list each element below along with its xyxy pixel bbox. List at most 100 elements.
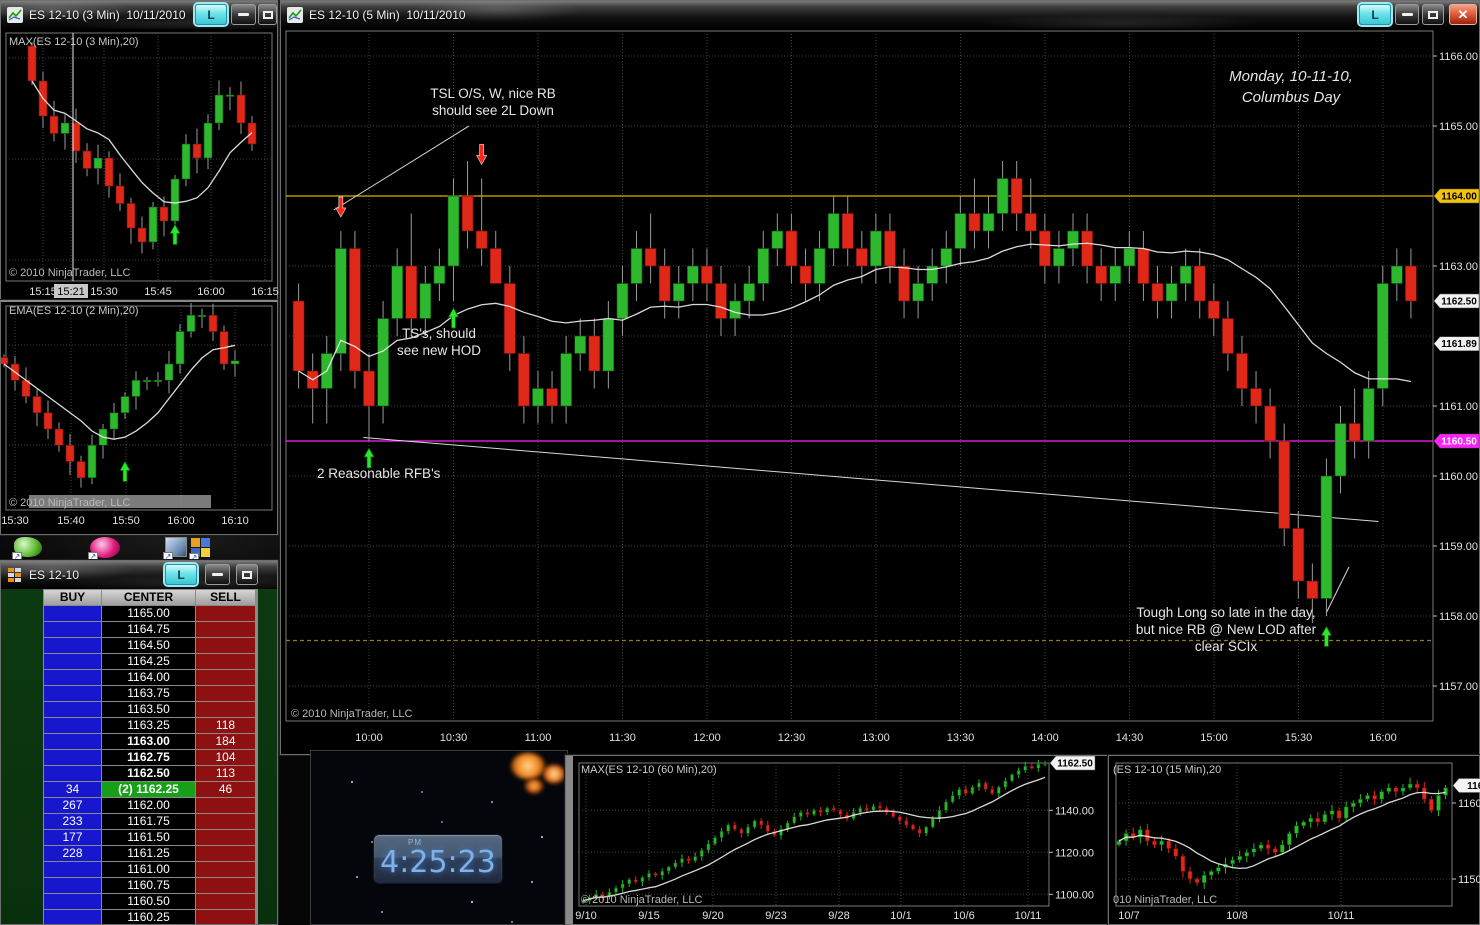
price-tick-label: 1160 — [1458, 798, 1480, 810]
dom-price-cell[interactable]: (2) 1162.25 — [102, 782, 195, 797]
dom-sell-cell[interactable]: 104 — [196, 750, 255, 765]
price-tick-label: 1150 — [1458, 874, 1480, 886]
clock-widget[interactable]: PM 4:25:23 — [310, 750, 568, 925]
desktop-shortcut-2[interactable]: ↗ — [90, 537, 120, 560]
dom-price-cell[interactable]: 1164.25 — [102, 654, 195, 669]
chart-window-5min: ES 12-10 (5 Min) 10/11/2010 L ✕ 10:0010:… — [280, 0, 1480, 755]
starfield — [351, 781, 353, 783]
dom-sell-cell[interactable] — [196, 910, 255, 924]
chart-canvas-3min[interactable]: 15:1515:2115:3015:4516:0016:15MAX(ES 12-… — [1, 29, 279, 303]
titlebar-3min[interactable]: ES 12-10 (3 Min) 10/11/2010 L — [1, 1, 277, 29]
desktop-shortcut-1[interactable]: ↗ — [14, 537, 44, 560]
dom-buy-cell[interactable] — [44, 638, 101, 653]
dom-sell-cell[interactable] — [196, 830, 255, 845]
dom-price-cell[interactable]: 1162.50 — [102, 766, 195, 781]
dom-sell-cell[interactable] — [196, 654, 255, 669]
minimize-button[interactable] — [205, 564, 230, 585]
dom-price-cell[interactable]: 1161.50 — [102, 830, 195, 845]
dom-sell-cell[interactable] — [196, 638, 255, 653]
dom-price-cell[interactable]: 1160.50 — [102, 894, 195, 909]
dom-sell-cell[interactable] — [196, 894, 255, 909]
chart-canvas-60min[interactable]: 9/109/159/209/239/2810/110/610/111140.00… — [566, 756, 1109, 924]
dom-buy-cell[interactable] — [44, 718, 101, 733]
dom-sell-cell[interactable] — [196, 606, 255, 621]
chart-canvas-2min[interactable]: 15:3015:4015:5016:0016:10EMA(ES 12-10 (2… — [1, 302, 279, 535]
dom-buy-cell[interactable] — [44, 910, 101, 924]
dom-price-cell[interactable]: 1161.25 — [102, 846, 195, 861]
maximize-button[interactable] — [236, 564, 258, 585]
plot-area — [1116, 763, 1452, 906]
dom-price-cell[interactable]: 1162.00 — [102, 798, 195, 813]
dom-buy-cell[interactable] — [44, 702, 101, 717]
dom-price-cell[interactable]: 1163.75 — [102, 686, 195, 701]
dom-price-cell[interactable]: 1163.25 — [102, 718, 195, 733]
dom-price-cell[interactable]: 1160.75 — [102, 878, 195, 893]
dom-buy-cell[interactable]: 267 — [44, 798, 101, 813]
time-tick-label: 9/23 — [765, 910, 786, 922]
link-button[interactable]: L — [195, 4, 227, 25]
dom-buy-cell[interactable] — [44, 606, 101, 621]
dom-buy-cell[interactable]: 228 — [44, 846, 101, 861]
flame-graphic — [543, 765, 565, 783]
dom-price-cell[interactable]: 1161.00 — [102, 862, 195, 877]
link-button[interactable]: L — [165, 564, 197, 585]
dom-sell-cell[interactable]: 118 — [196, 718, 255, 733]
link-button[interactable]: L — [1359, 4, 1391, 25]
maximize-button[interactable] — [258, 4, 277, 25]
dom-price-cell[interactable]: 1160.25 — [102, 910, 195, 924]
titlebar-5min[interactable]: ES 12-10 (5 Min) 10/11/2010 L ✕ — [281, 1, 1479, 29]
dom-buy-cell[interactable]: 177 — [44, 830, 101, 845]
dom-sell-cell[interactable]: 184 — [196, 734, 255, 749]
dom-price-cell[interactable]: 1163.50 — [102, 702, 195, 717]
dom-price-cell[interactable]: 1161.75 — [102, 814, 195, 829]
copyright-label: © 2010 NinjaTrader, LLC — [9, 267, 130, 279]
dom-buy-cell[interactable]: 34 — [44, 782, 101, 797]
dom-price-cell[interactable]: 1162.75 — [102, 750, 195, 765]
dom-sell-cell[interactable] — [196, 862, 255, 877]
maximize-button[interactable] — [1422, 4, 1444, 25]
dom-sell-cell[interactable] — [196, 702, 255, 717]
dom-buy-cell[interactable] — [44, 622, 101, 637]
dom-buy-cell[interactable] — [44, 686, 101, 701]
maximize-icon — [1428, 11, 1438, 19]
dom-sell-cell[interactable]: 46 — [196, 782, 255, 797]
dom-price-cell[interactable]: 1163.00 — [102, 734, 195, 749]
dom-buy-cell[interactable]: 233 — [44, 814, 101, 829]
dom-price-cell[interactable]: 1164.00 — [102, 670, 195, 685]
dom-buy-cell[interactable] — [44, 670, 101, 685]
time-tick-label: 10/11 — [1015, 910, 1042, 922]
time-tick-label: 10:30 — [440, 732, 468, 744]
dom-sell-cell[interactable] — [196, 846, 255, 861]
dom-buy-cell[interactable] — [44, 894, 101, 909]
minimize-button[interactable] — [231, 4, 256, 25]
dom-buy-cell[interactable] — [44, 750, 101, 765]
dom-sell-cell[interactable] — [196, 878, 255, 893]
dom-buy-cell[interactable] — [44, 878, 101, 893]
dom-buy-cell[interactable] — [44, 654, 101, 669]
minimize-button[interactable] — [1395, 4, 1419, 25]
dom-buy-cell[interactable] — [44, 862, 101, 877]
dom-sell-cell[interactable] — [196, 670, 255, 685]
dom-buy-cell[interactable] — [44, 734, 101, 749]
time-tick-label: 15:50 — [112, 515, 140, 527]
time-tick-label: 9/15 — [638, 910, 659, 922]
dom-sell-cell[interactable] — [196, 798, 255, 813]
dom-sell-cell[interactable]: 113 — [196, 766, 255, 781]
dom-sell-cell[interactable] — [196, 686, 255, 701]
time-tick-label: 10/11 — [1328, 910, 1355, 922]
window-title-5min: ES 12-10 (5 Min) 10/11/2010 — [309, 8, 466, 22]
dom-price-cell[interactable]: 1164.75 — [102, 622, 195, 637]
desktop-shortcut-4[interactable]: ↗ — [191, 538, 221, 561]
dom-sell-cell[interactable] — [196, 622, 255, 637]
chart-annotation[interactable]: 2 Reasonable RFB's — [317, 466, 441, 481]
chart-canvas-5min[interactable]: 10:0010:3011:0011:3012:0012:3013:0013:30… — [281, 29, 1479, 755]
desktop: { "windows": { "chart3min": { "title": "… — [0, 0, 1480, 925]
time-tick-label: 16:10 — [221, 515, 249, 527]
titlebar-dom[interactable]: ES 12-10 L — [1, 561, 277, 589]
dom-sell-cell[interactable] — [196, 814, 255, 829]
dom-price-cell[interactable]: 1165.00 — [102, 606, 195, 621]
dom-price-cell[interactable]: 1164.50 — [102, 638, 195, 653]
dom-buy-cell[interactable] — [44, 766, 101, 781]
chart-canvas-15min[interactable]: 10/710/810/11116011501162(ES 12-10 (15 M… — [1109, 756, 1480, 924]
close-button[interactable]: ✕ — [1449, 4, 1477, 25]
